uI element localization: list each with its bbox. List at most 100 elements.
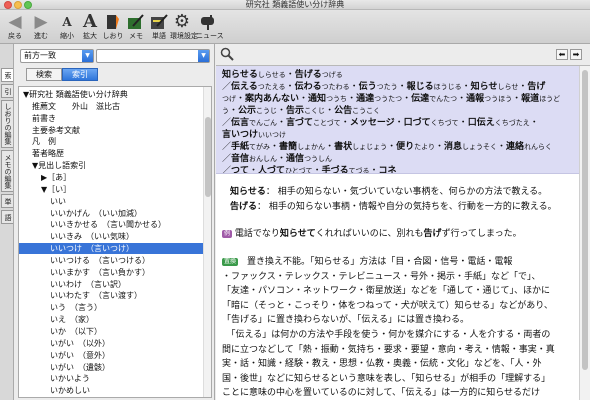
search-icon[interactable] (220, 47, 234, 61)
tree-item[interactable]: ▶［あ］ (19, 172, 203, 183)
synonym-word[interactable]: 通信 (286, 154, 304, 164)
synonym-word[interactable]: 公告 (334, 106, 352, 116)
tree-item[interactable]: いいきみ （いい気味） (19, 231, 203, 242)
synonym-word[interactable]: 伝える (231, 82, 258, 92)
tree-scrollbar[interactable] (203, 87, 211, 397)
preferences-button[interactable]: ⚙ 環境設定 (170, 12, 198, 43)
synonym-word[interactable]: 知らせ (471, 82, 498, 92)
synonym-word[interactable]: 告示 (286, 106, 304, 116)
tree-item[interactable]: いいわけ （言い訳） (19, 279, 203, 290)
synonym-word[interactable]: 案内あんない (245, 94, 299, 104)
synonym-word[interactable]: 伝言 (231, 118, 249, 128)
side-tab-word2[interactable]: 語 (1, 210, 13, 224)
separator: ／ (222, 82, 232, 92)
back-button-label: 戻る (8, 32, 22, 40)
forward-button[interactable]: ▶ 進む (29, 12, 53, 43)
synonym-word[interactable]: 手紙 (231, 142, 249, 152)
synonym-word[interactable]: 伝う (359, 82, 377, 92)
index-tree[interactable]: ▼研究社 類義語使い分け辞典 推薦文 外山 滋比古 前書き 主要参考文献凡 例著者略歴… (18, 86, 212, 398)
tree-scroll-thumb[interactable] (205, 117, 211, 197)
tab-index[interactable]: 索引 (62, 68, 98, 81)
tree-item[interactable]: いいまかす （言い負かす） (19, 267, 203, 278)
memo-label: メモ (129, 32, 143, 40)
synonym-line: つげ・案内あんない・通知つうち・通達つうたつ・伝達でんたつ・通報つうほう・報道ほ… (222, 93, 573, 105)
synonym-word[interactable]: 伝わる (295, 82, 322, 92)
search-input[interactable]: ▼ (96, 49, 210, 63)
next-entry-button[interactable]: ➡ (570, 49, 582, 60)
separator: ／ (222, 166, 232, 173)
synonym-word[interactable]: 報道 (521, 94, 539, 104)
synonym-word[interactable]: 書状 (334, 142, 352, 152)
synonym-word[interactable]: 伝達 (411, 94, 429, 104)
separator: ・ (277, 154, 287, 164)
word-button[interactable]: 単語 (147, 12, 171, 43)
synonym-word[interactable]: つて (231, 166, 249, 173)
synonym-word[interactable]: 知らせる (222, 70, 258, 80)
tree-item[interactable]: いい (19, 196, 203, 207)
tree-item[interactable]: 著者略歴 (19, 148, 203, 159)
content-scroll-thumb[interactable] (582, 70, 588, 370)
tree-item[interactable]: いがい （意外） (19, 350, 203, 361)
tree-item[interactable]: いかいよう (19, 373, 203, 384)
window-titlebar: 研究社 類義語使い分け辞典 (0, 0, 590, 10)
synonym-word[interactable]: 連絡 (506, 142, 524, 152)
content-scrollbar[interactable] (579, 66, 590, 400)
tree-item-selected[interactable]: いいつけ （言いつけ） (19, 243, 203, 255)
synonym-word[interactable]: 報じる (407, 82, 434, 92)
tab-search[interactable]: 検索 (26, 68, 62, 81)
synonym-word[interactable]: 人づて (258, 166, 285, 173)
synonym-word[interactable]: 書簡 (279, 142, 297, 152)
tree-item[interactable]: いか （以下） (19, 326, 203, 337)
tree-item[interactable]: ▼［い］ (19, 184, 203, 195)
tree-item[interactable]: 推薦文 外山 滋比古 (19, 101, 203, 112)
synonym-line: ／伝言でんごん・言づてことづて・メッセージ・口づてくちづて・口伝えくちづたえ・ (222, 117, 573, 129)
side-tab-word[interactable]: 単 (1, 194, 13, 208)
tree-item[interactable]: いかめしい (19, 385, 203, 396)
back-button[interactable]: ◀ 戻る (3, 12, 27, 43)
synonym-word[interactable]: 音信 (231, 154, 249, 164)
tree-item[interactable]: いいわたす （言い渡す） (19, 290, 203, 301)
bookmark-button[interactable]: しおり (101, 12, 125, 43)
tree-item[interactable]: いいつける （言いつける） (19, 255, 203, 266)
synonym-word[interactable]: 消息 (444, 142, 462, 152)
tree-item[interactable]: ▼研究社 類義語使い分け辞典 (19, 89, 203, 100)
tree-item[interactable]: いいきかせる （言い聞かせる） (19, 219, 203, 230)
tree-item[interactable]: いがい （以外） (19, 338, 203, 349)
tree-item[interactable]: いがい （遺骸） (19, 362, 203, 373)
side-tab-memo-edit[interactable]: メモの編集 (1, 150, 13, 192)
side-tab-bookmark-edit[interactable]: しおりの編集 (1, 100, 13, 148)
news-button[interactable]: ニュース (196, 12, 224, 43)
usage-text: 間に立つなどして「熱・振動・気持ち・要求・要望・意向・考え・情報・事実・真 (222, 344, 555, 355)
synonym-word[interactable]: 告げ (527, 82, 545, 92)
definition-word: 知らせる (230, 187, 266, 197)
synonym-word[interactable]: 言いつけ (222, 130, 258, 140)
synonym-word[interactable]: 口伝え (468, 118, 495, 128)
synonym-word[interactable]: 口づて (404, 118, 431, 128)
tree-item[interactable]: いいかげん （いい加減） (19, 208, 203, 219)
tree-item[interactable]: 前書き (19, 113, 203, 124)
synonym-word[interactable]: 言づて (286, 118, 313, 128)
synonym-word[interactable]: 便り (396, 142, 414, 152)
synonym-word[interactable]: 告げる (295, 70, 322, 80)
synonym-word[interactable]: 手づる (322, 166, 349, 173)
side-tab-index2[interactable]: 引 (1, 84, 13, 98)
tree-item[interactable]: いえ （家） (19, 314, 203, 325)
side-tab-index[interactable]: 索 (1, 68, 13, 82)
synonym-word[interactable]: 通達 (356, 94, 374, 104)
tree-item[interactable]: ▼見出し語索引 (19, 160, 203, 171)
synonym-word[interactable]: コネ (379, 166, 397, 173)
separator: ／ (222, 118, 232, 128)
synonym-word[interactable]: 通報 (466, 94, 484, 104)
tree-item[interactable]: いう （言う） (19, 302, 203, 313)
tree-item[interactable]: 凡 例 (19, 136, 203, 147)
synonym-word[interactable]: 公示 (238, 106, 256, 116)
synonym-word[interactable]: 通知 (308, 94, 326, 104)
enlarge-font-button[interactable]: A 拡大 (78, 12, 102, 43)
synonym-word[interactable]: メッセージ (350, 118, 395, 128)
memo-button[interactable]: メモ (124, 12, 148, 43)
shrink-font-button[interactable]: A 縮小 (55, 12, 79, 43)
tree-item[interactable]: 主要参考文献 (19, 125, 203, 136)
match-mode-select[interactable]: 前方一致 ▼ (20, 49, 94, 63)
synonym-line: ／音信おんしん・通信つうしん (222, 153, 573, 165)
prev-entry-button[interactable]: ⬅ (556, 49, 568, 60)
